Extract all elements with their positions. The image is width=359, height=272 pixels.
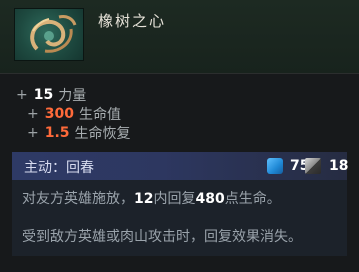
description-line-2: 受到敌方英雄或肉山攻击时，回复效果消失。 (22, 229, 302, 245)
cooldown: 18 (305, 158, 348, 174)
description-text: 对友方英雄施放， (22, 191, 134, 207)
heart-of-tarrasque-icon (14, 8, 84, 61)
stat-label: 生命值 (78, 106, 121, 123)
stat-value: 1.5 (44, 124, 70, 141)
description-text: 内回复 (153, 191, 196, 207)
stat-row-strength: + 15 力量 (16, 85, 131, 104)
description-line-1: 对友方英雄施放，12内回复480点生命。 (22, 188, 281, 208)
stat-row-health: + 300 生命值 (16, 104, 131, 123)
stat-prefix: + (16, 86, 28, 103)
description-duration: 12 (134, 191, 154, 207)
stat-label: 生命恢复 (74, 125, 131, 142)
ability-description: 对友方英雄施放，12内回复480点生命。 受到敌方英雄或肉山攻击时，回复效果消失… (12, 180, 347, 256)
stat-value: 300 (44, 105, 74, 122)
tooltip-header: 橡树之心 (0, 0, 359, 73)
mana-cost: 75 (267, 158, 309, 174)
stat-row-health-regen: + 1.5 生命恢复 (16, 123, 131, 142)
item-tooltip: 橡树之心 + 15 力量 + 300 生命值 + 1.5 生命恢复 主动：回春 … (0, 0, 359, 272)
stat-label: 力量 (58, 87, 87, 104)
description-text: 点生命。 (224, 191, 281, 207)
active-ability-label: 主动：回春 (24, 160, 94, 176)
stat-prefix: + (27, 105, 39, 122)
cooldown-icon (305, 158, 321, 174)
item-name: 橡树之心 (98, 12, 167, 30)
active-ability-bar: 主动：回春 75 18 (12, 152, 348, 180)
mana-cost-icon (267, 158, 283, 174)
header-divider (0, 73, 359, 74)
stat-list: + 15 力量 + 300 生命值 + 1.5 生命恢复 (16, 85, 131, 142)
stat-prefix: + (27, 124, 39, 141)
description-heal-amount: 480 (195, 191, 225, 207)
stat-value: 15 (33, 86, 54, 103)
cooldown-value: 18 (329, 158, 349, 174)
